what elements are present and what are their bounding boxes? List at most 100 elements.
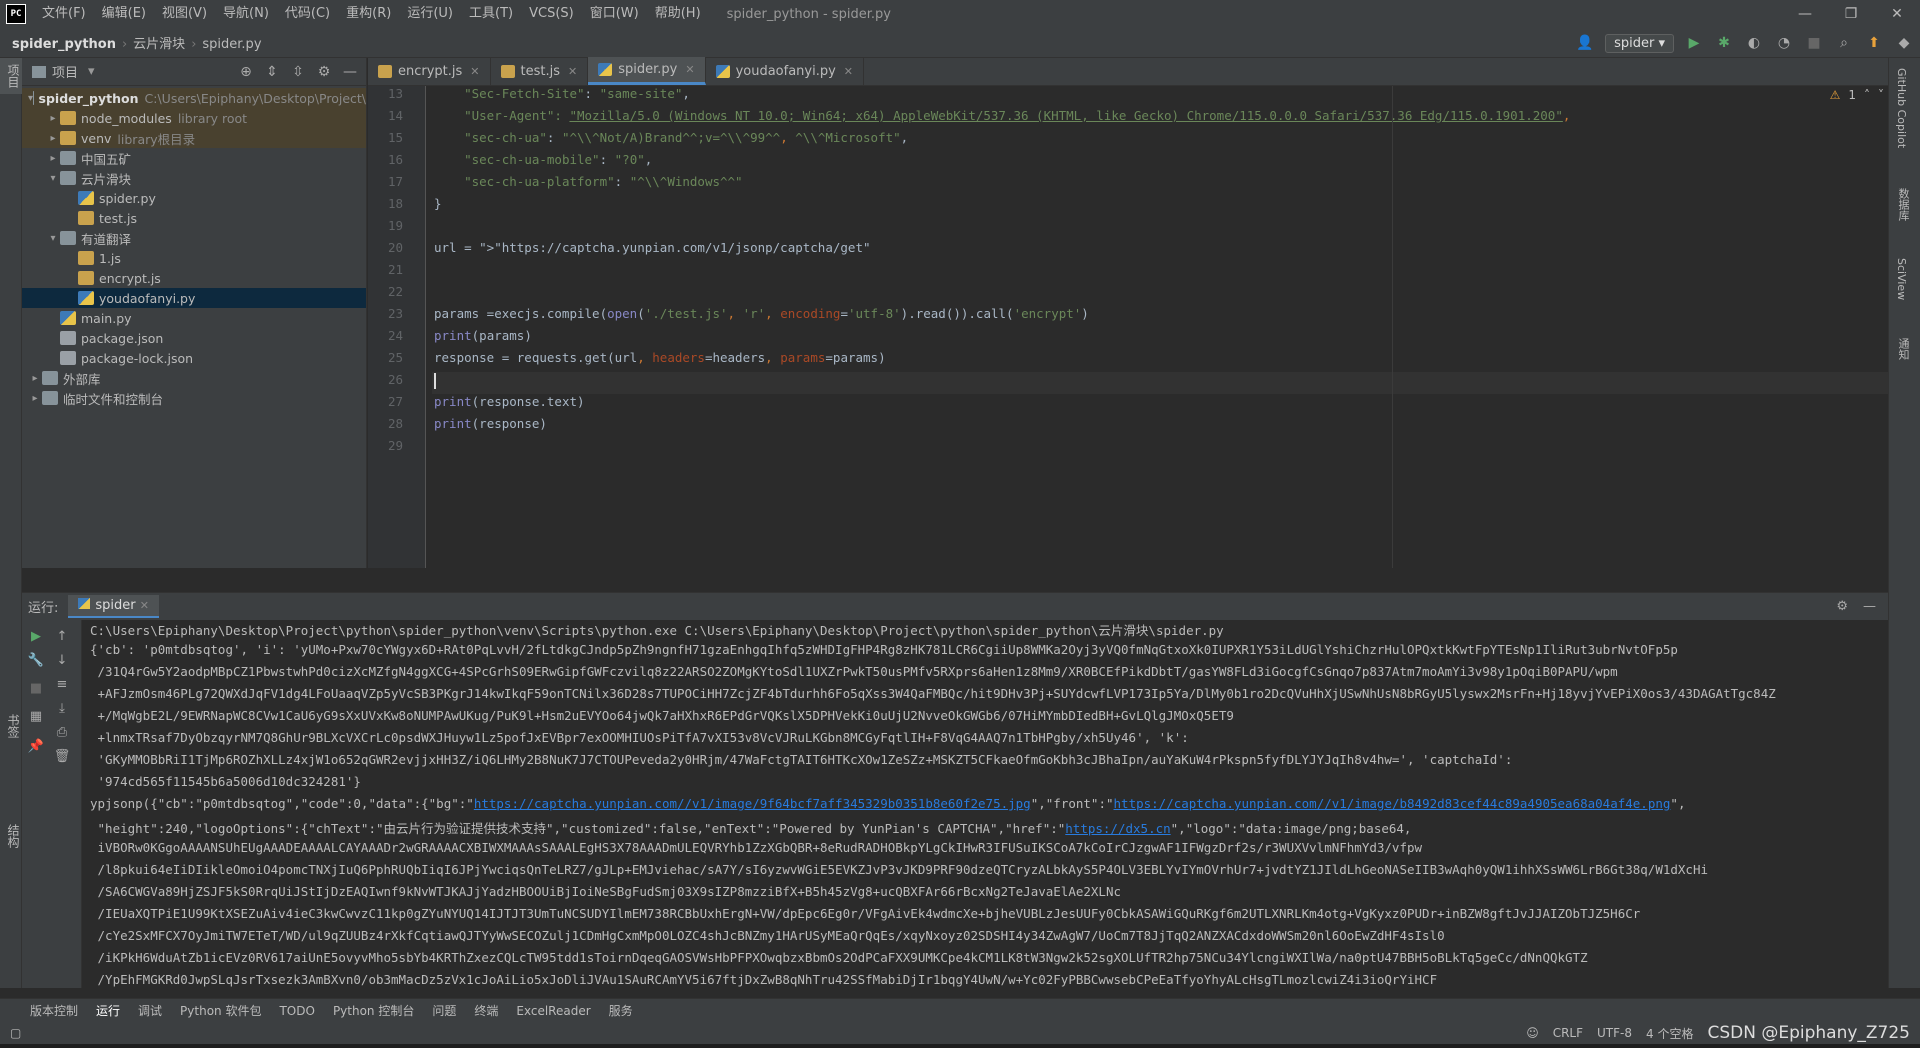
console-line[interactable]: C:\Users\Epiphany\Desktop\Project\python… (90, 620, 1888, 642)
code-line[interactable] (432, 438, 1888, 460)
console-line[interactable]: 'GKyMMOBbRiI1TjMp6ROZhXLLz4xjW1o652qGWR2… (90, 752, 1888, 774)
collapse-all-icon[interactable]: ⇳ (288, 62, 308, 82)
menu-edit[interactable]: 编辑(E) (94, 0, 154, 28)
update-icon[interactable]: ⬆ (1864, 33, 1884, 53)
console-line[interactable]: /iKPkH6WduAtZb1icEVz0RV617aiUnE5ovyvMho5… (90, 950, 1888, 972)
bottom-tab-run[interactable]: 运行 (96, 1002, 120, 1019)
tree-item[interactable]: ▸ 中国五矿 (22, 148, 366, 168)
database-tool-tab[interactable]: 数据库 (1895, 188, 1911, 221)
code-line[interactable]: params =execjs.compile(open('./test.js',… (432, 306, 1888, 328)
code-line[interactable]: print(response) (432, 416, 1888, 438)
code-area[interactable]: "Sec-Fetch-Site": "same-site", "User-Age… (432, 86, 1888, 460)
line-separator[interactable]: CRLF (1553, 1026, 1583, 1040)
expand-arrow-icon[interactable]: ▸ (28, 373, 42, 384)
editor-tab[interactable]: encrypt.js ✕ (368, 57, 491, 85)
expand-arrow-icon[interactable]: ▸ (46, 133, 60, 144)
code-line[interactable]: "sec-ch-ua": "^\\^Not/A)Brand^^;v=^\\^99… (432, 130, 1888, 152)
menu-vcs[interactable]: VCS(S) (521, 0, 582, 28)
hide-icon[interactable]: — (1863, 599, 1876, 614)
tree-item[interactable]: ▸ venv library根目录 (22, 128, 366, 148)
tree-item[interactable]: test.js (22, 208, 366, 228)
user-icon[interactable]: 👤 (1575, 33, 1595, 53)
tree-item[interactable]: youdaofanyi.py (22, 288, 366, 308)
project-tool-tab[interactable]: 项目 (0, 58, 22, 94)
expand-arrow-icon[interactable]: ▸ (46, 153, 60, 164)
notifications-tool-tab[interactable]: 通知 (1895, 338, 1911, 360)
code-line[interactable]: "sec-ch-ua-mobile": "?0", (432, 152, 1888, 174)
inspection-widget[interactable]: ⚠ 1 ˄ ˅ (1830, 88, 1884, 102)
file-encoding[interactable]: UTF-8 (1597, 1026, 1632, 1040)
code-line[interactable]: "Sec-Fetch-Site": "same-site", (432, 86, 1888, 108)
hide-icon[interactable]: — (340, 62, 360, 82)
bottom-tab-excel[interactable]: ExcelReader (516, 1004, 590, 1018)
search-icon[interactable]: ⌕ (1834, 33, 1854, 53)
tree-item[interactable]: ▸ 外部库 (22, 368, 366, 388)
arrow-down-icon[interactable]: ↓ (52, 650, 72, 670)
tree-item[interactable]: encrypt.js (22, 268, 366, 288)
menu-view[interactable]: 视图(V) (154, 0, 215, 28)
project-panel-title[interactable]: 项目 (52, 62, 78, 81)
console-line[interactable]: /YpEhFMGKRd0JwpSLqJsrTxsezk3AmBXvn0/ob3m… (90, 972, 1888, 988)
menu-file[interactable]: 文件(F) (34, 0, 94, 28)
trash-icon[interactable]: 🗑 (52, 746, 72, 766)
console-line[interactable]: /31Q4rGw5Y2aodpMBpCZ1PbwstwhPd0cizXcMZfg… (90, 664, 1888, 686)
pin-icon[interactable]: 📌 (26, 736, 46, 756)
breadcrumb-folder[interactable]: 云片滑块 (133, 37, 185, 52)
stop-icon[interactable]: ■ (1804, 33, 1824, 53)
copilot-status-icon[interactable]: ☺ (1526, 1026, 1539, 1040)
arrow-up-icon[interactable]: ↑ (52, 626, 72, 646)
code-line[interactable]: "User-Agent": "Mozilla/5.0 (Windows NT 1… (432, 108, 1888, 130)
tree-item[interactable]: ▸ 临时文件和控制台 (22, 388, 366, 408)
console-line[interactable]: +AFJzmOsm46PLg72QWXdJqFV1dg4LFoUaaqVZp5y… (90, 686, 1888, 708)
console-line[interactable]: /IEUaXQTPiE1U99KtXSEZuAiv4ieC3kwCwvzC11k… (90, 906, 1888, 928)
menu-run[interactable]: 运行(U) (399, 0, 461, 28)
code-line[interactable] (432, 262, 1888, 284)
run-config-select[interactable]: spider ▾ (1605, 33, 1674, 53)
gear-icon[interactable]: ⚙ (314, 62, 334, 82)
code-line[interactable]: response = requests.get(url, headers=hea… (432, 350, 1888, 372)
sciview-tool-tab[interactable]: SciView (1895, 258, 1908, 300)
bottom-tab-services[interactable]: 服务 (609, 1002, 633, 1019)
code-line[interactable] (432, 218, 1888, 240)
close-icon[interactable]: ✕ (1874, 0, 1920, 28)
tree-item[interactable]: ▸ node_modules library root (22, 108, 366, 128)
code-line[interactable]: "sec-ch-ua-platform": "^\\^Windows^^" (432, 174, 1888, 196)
tree-item[interactable]: 1.js (22, 248, 366, 268)
bookmarks-tool-tab[interactable]: 书签 (0, 708, 22, 744)
expand-arrow-icon[interactable]: ▾ (46, 173, 60, 184)
code-line[interactable]: } (432, 196, 1888, 218)
editor-tab[interactable]: spider.py ✕ (588, 57, 706, 85)
scroll-to-end-icon[interactable]: ⤓ (52, 698, 72, 718)
layout-toggle-icon[interactable]: ▢ (10, 1026, 21, 1040)
console-line[interactable]: {'cb': 'p0mtdbsqtog', 'i': 'yUMo+Pxw70cY… (90, 642, 1888, 664)
breadcrumb-project[interactable]: spider_python (12, 37, 116, 52)
code-line[interactable] (432, 372, 1888, 394)
run-tab-spider[interactable]: spider ✕ (68, 595, 159, 618)
bottom-tab-terminal[interactable]: 终端 (474, 1002, 498, 1019)
menu-help[interactable]: 帮助(H) (647, 0, 709, 28)
menu-tools[interactable]: 工具(T) (461, 0, 521, 28)
console-line[interactable]: +/MqWgbE2L/9EWRNapWC8CVw1CaU6yG9sXxUVxKw… (90, 708, 1888, 730)
profile-icon[interactable]: ◔ (1774, 33, 1794, 53)
code-line[interactable]: url = ">"https://captcha.yunpian.com/v1/… (432, 240, 1888, 262)
rerun-icon[interactable]: ▶ (26, 626, 46, 646)
debug-icon[interactable]: ✱ (1714, 33, 1734, 53)
code-line[interactable] (432, 284, 1888, 306)
bottom-tab-debug[interactable]: 调试 (138, 1002, 162, 1019)
expand-arrow-icon[interactable]: ▸ (28, 393, 42, 404)
console-line[interactable]: iVBORw0KGgoAAAANSUhEUgAAADEAAAALCAYAAADr… (90, 840, 1888, 862)
indent-setting[interactable]: 4 个空格 (1646, 1025, 1693, 1042)
expand-all-icon[interactable]: ⇕ (262, 62, 282, 82)
menu-navigate[interactable]: 导航(N) (215, 0, 277, 28)
console-line[interactable]: +lnmxTRsaf7DyObzqyrNM7Q8GhUr9BLXcVXCrLc0… (90, 730, 1888, 752)
restore-icon[interactable]: ❐ (1828, 0, 1874, 28)
chevron-up-icon[interactable]: ˄ (1864, 88, 1870, 102)
tree-item[interactable]: ▾ spider_python C:\Users\Epiphany\Desktop\… (22, 88, 366, 108)
breadcrumb-file[interactable]: spider.py (202, 37, 261, 52)
structure-tool-tab[interactable]: 结构 (0, 818, 22, 854)
soft-wrap-icon[interactable]: ≡ (52, 674, 72, 694)
stop-icon[interactable]: ■ (26, 678, 46, 698)
chevron-down-icon[interactable]: ▾ (88, 64, 95, 79)
tree-item[interactable]: package-lock.json (22, 348, 366, 368)
bottom-tab-problems[interactable]: 问题 (432, 1002, 456, 1019)
